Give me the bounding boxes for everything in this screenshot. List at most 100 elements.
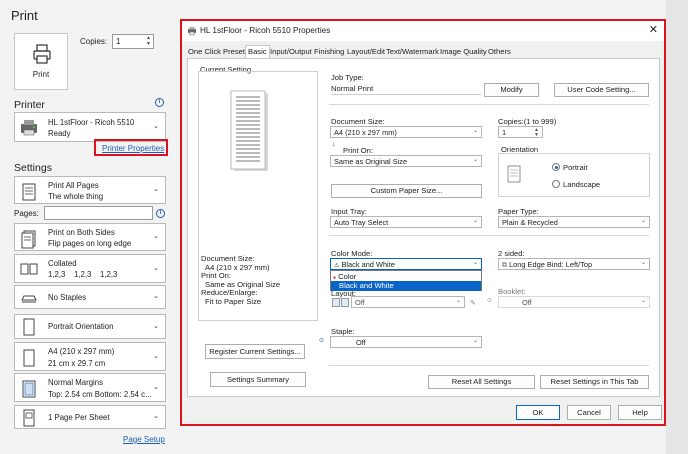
printer-info-icon[interactable]: i [155, 98, 164, 107]
print-range-select[interactable]: Print All Pages The whole thing ⌄ [14, 176, 166, 204]
cancel-button[interactable]: Cancel [567, 405, 611, 420]
staple-select[interactable]: No Staples ⌄ [14, 285, 166, 309]
document-size-select[interactable]: A4 (210 x 297 mm) ⌄ [330, 126, 482, 138]
ok-button[interactable]: OK [516, 405, 560, 420]
margins-select[interactable]: Normal Margins Top: 2.54 cm Bottom: 2.54… [14, 373, 166, 402]
copies-input[interactable]: 1 ▲ ▼ [112, 34, 154, 49]
print-on-select[interactable]: Same as Original Size ⌄ [330, 155, 482, 167]
close-icon[interactable]: ✕ [649, 23, 658, 36]
pages-input[interactable] [44, 206, 153, 220]
layout-page-icon [332, 298, 340, 307]
collate-select[interactable]: Collated 1,2,3 1,2,3 1,2,3 ⌄ [14, 254, 166, 283]
duplex-icon [21, 230, 36, 249]
layout-value: Off [355, 298, 365, 307]
paper-size-select[interactable]: A4 (210 x 297 mm) 21 cm x 29.7 cm ⌄ [14, 342, 166, 371]
print-on-indicator-icon: ↓ [332, 141, 336, 148]
document-size-label: Document Size: [331, 117, 385, 126]
copies-range-label: Copies:(1 to 999) [498, 117, 557, 126]
job-type-value: Normal Print [331, 83, 481, 95]
margins-sub: Top: 2.54 cm Bottom: 2.54 c... [48, 390, 152, 399]
dialog-tabs: One Click Presets Basic Input/Output Fin… [182, 44, 664, 59]
color-option-label: Color [338, 272, 357, 281]
staple-icon [21, 295, 37, 303]
tab-others[interactable]: Others [488, 47, 511, 56]
tab-input-output[interactable]: Input/Output [270, 47, 312, 56]
sides-sub: Flip pages on long edge [48, 239, 132, 248]
paper-type-select[interactable]: Plain & Recycled ⌄ [498, 216, 650, 228]
current-setting-summary: Document Size: A4 (210 x 297 mm) Print O… [201, 254, 280, 307]
modify-button[interactable]: Modify [484, 83, 539, 97]
reset-tab-settings-button[interactable]: Reset Settings in This Tab [540, 375, 649, 389]
portrait-radio[interactable] [552, 163, 560, 171]
staple-label: Staple: [331, 327, 355, 336]
tab-one-click-presets[interactable]: One Click Presets [188, 47, 249, 56]
margins-icon [22, 380, 36, 398]
color-mode-value: Black and White [341, 260, 395, 269]
color-mode-label: Color Mode: [331, 249, 373, 258]
chevron-down-icon: ⌄ [153, 264, 159, 272]
settings-summary-button[interactable]: Settings Summary [210, 372, 306, 387]
tab-text-watermark[interactable]: Text/Watermark [386, 47, 439, 56]
chevron-down-icon: ⌄ [153, 352, 159, 360]
collate-icon [20, 263, 38, 275]
staple-select[interactable]: Off ⌄ [330, 336, 482, 348]
user-code-setting-button[interactable]: User Code Setting... [554, 83, 649, 97]
color-mode-select[interactable]: ⚠ Black and White ⌄ [330, 258, 482, 270]
collate-main: Collated [48, 259, 77, 268]
print-range-sub: The whole thing [48, 192, 104, 201]
register-current-settings-button[interactable]: Register Current Settings... [205, 344, 305, 359]
background-area [666, 0, 688, 454]
booklet-indicator-icon: ⊙ [487, 298, 493, 304]
tab-layout-edit[interactable]: Layout/Edit [347, 47, 385, 56]
print-button[interactable]: Print [14, 33, 68, 90]
reset-all-settings-button[interactable]: Reset All Settings [428, 375, 535, 389]
staple-value: No Staples [48, 293, 87, 302]
print-on-label: Print On: [343, 146, 373, 155]
job-type-label: Job Type: [331, 73, 364, 82]
printer-properties-link[interactable]: Printer Properties [102, 144, 164, 153]
chevron-down-icon: ⌄ [153, 383, 159, 391]
dialog-copies-value: 1 [502, 128, 507, 137]
copies-spinner[interactable]: ▲ ▼ [146, 35, 151, 47]
bw-mode-icon: ⚠ [334, 263, 340, 269]
two-sided-select[interactable]: ⧉ Long Edge Bind: Left/Top ⌄ [498, 258, 650, 270]
color-option[interactable]: ● Color [333, 272, 356, 281]
custom-paper-size-button[interactable]: Custom Paper Size... [331, 184, 482, 198]
landscape-radio[interactable] [552, 180, 560, 188]
chevron-down-icon: ⌄ [472, 128, 478, 134]
pages-per-sheet-select[interactable]: 1 Page Per Sheet ⌄ [14, 405, 166, 429]
help-button[interactable]: Help [618, 405, 662, 420]
edit-pencil-icon[interactable]: ✎ [470, 299, 476, 307]
layout-select[interactable]: Off ⌄ [351, 296, 465, 308]
booklet-select[interactable]: Off ⌄ [498, 296, 650, 308]
color-mode-dropdown-list: ● Color Black and White [330, 270, 482, 291]
copies-spinner[interactable]: ▲ ▼ [534, 128, 539, 138]
pages-label: Pages: [14, 209, 39, 218]
pages-info-icon[interactable]: i [156, 209, 165, 218]
chevron-down-icon: ⌄ [455, 298, 461, 304]
chevron-down-icon: ⌄ [640, 260, 646, 266]
page-setup-link[interactable]: Page Setup [123, 435, 165, 444]
portrait-page-icon [23, 318, 35, 336]
printer-device-icon [21, 120, 37, 136]
tab-image-quality[interactable]: Image Quality [440, 47, 487, 56]
booklet-value: Off [522, 298, 532, 307]
orientation-select[interactable]: Portrait Orientation ⌄ [14, 314, 166, 339]
chevron-down-icon: ⌄ [153, 123, 159, 130]
dialog-titlebar: HL 1stFloor - Ricoh 5510 Properties ✕ [182, 21, 664, 41]
tab-basic[interactable]: Basic [245, 45, 270, 59]
duplex-small-icon: ⧉ [502, 262, 507, 269]
staple-value: Off [356, 338, 366, 347]
input-tray-select[interactable]: Auto Tray Select ⌄ [330, 216, 482, 228]
summary-reduce-value: Fit to Paper Size [205, 296, 262, 306]
sides-select[interactable]: Print on Both Sides Flip pages on long e… [14, 223, 166, 251]
dialog-title: HL 1stFloor - Ricoh 5510 Properties [200, 26, 331, 35]
tab-finishing[interactable]: Finishing [314, 47, 344, 56]
print-title: Print [11, 8, 38, 23]
dialog-copies-input[interactable]: 1 ▲ ▼ [498, 126, 543, 138]
print-range-main: Print All Pages [48, 181, 99, 190]
input-tray-label: Input Tray: [331, 207, 367, 216]
collate-sub: 1,2,3 1,2,3 1,2,3 [48, 270, 118, 279]
printer-select[interactable]: HL 1stFloor - Ricoh 5510 Ready ⌄ [14, 112, 166, 142]
input-tray-value: Auto Tray Select [334, 218, 389, 227]
